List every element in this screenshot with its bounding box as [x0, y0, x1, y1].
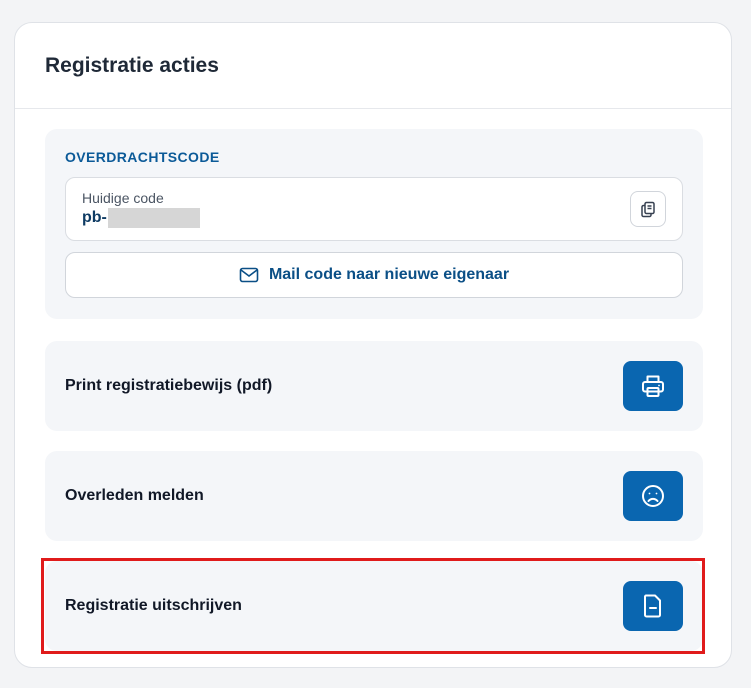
current-code-box: Huidige code pb- — [65, 177, 683, 241]
print-certificate-row: Print registratiebewijs (pdf) — [45, 341, 703, 431]
registration-actions-card: Registratie acties OVERDRACHTSCODE Huidi… — [14, 22, 732, 668]
deregister-row: Registratie uitschrijven — [45, 561, 703, 651]
deregister-label: Registratie uitschrijven — [65, 597, 242, 614]
report-deceased-row: Overleden melden — [45, 451, 703, 541]
mail-code-button-label: Mail code naar nieuwe eigenaar — [268, 266, 510, 283]
print-certificate-button[interactable] — [623, 361, 683, 411]
report-deceased-button[interactable] — [623, 471, 683, 521]
print-certificate-label: Print registratiebewijs (pdf) — [65, 377, 273, 394]
current-code-label: Huidige code — [82, 190, 164, 206]
code-prefix: pb- — [82, 209, 107, 226]
sad-face-icon — [642, 485, 664, 507]
card-title: Registratie acties — [45, 53, 219, 77]
copy-icon — [641, 201, 655, 218]
deregister-button[interactable] — [623, 581, 683, 631]
card-header: Registratie acties — [15, 23, 731, 109]
copy-code-button[interactable] — [630, 191, 666, 227]
redacted-code — [107, 208, 200, 228]
transfer-code-section-label: OVERDRACHTSCODE — [65, 149, 220, 165]
current-code-value: pb- — [82, 208, 682, 228]
mail-icon — [239, 267, 259, 283]
document-minus-icon — [644, 594, 661, 618]
report-deceased-label: Overleden melden — [65, 487, 204, 504]
printer-icon — [642, 375, 664, 397]
transfer-code-panel: OVERDRACHTSCODE Huidige code pb- Mail co… — [45, 129, 703, 319]
mail-code-button[interactable]: Mail code naar nieuwe eigenaar — [65, 252, 683, 298]
